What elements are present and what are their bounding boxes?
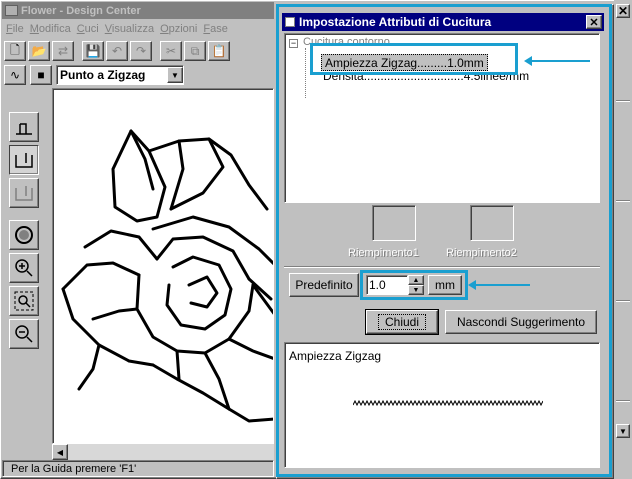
close-icon[interactable]: ✕ bbox=[616, 4, 630, 18]
scroll-down-icon[interactable]: ▼ bbox=[616, 424, 630, 438]
stitch-type-value: Punto a Zigzag bbox=[60, 68, 146, 82]
highlight-frame-zigzag-item bbox=[310, 43, 518, 75]
region-mode-icon[interactable]: ■ bbox=[30, 65, 52, 85]
close-icon: ✕ bbox=[589, 16, 599, 29]
chevron-down-icon[interactable]: ▼ bbox=[167, 67, 183, 83]
background-scrollbar bbox=[616, 40, 630, 440]
stitch-line-tool-icon[interactable] bbox=[9, 112, 39, 142]
design-canvas[interactable] bbox=[52, 88, 274, 444]
line-mode-icon[interactable]: ∿ bbox=[4, 65, 26, 85]
fill-preview-panel: Riempimento1 Riempimento2 bbox=[284, 203, 600, 265]
main-title-text: Flower - Design Center bbox=[21, 4, 141, 17]
copy-icon[interactable]: ⧉ bbox=[184, 41, 206, 61]
fill1-preview[interactable] bbox=[372, 205, 416, 241]
hint-panel: Ampiezza Zigzag bbox=[284, 342, 600, 468]
undo-icon[interactable]: ↶ bbox=[106, 41, 128, 61]
collapse-icon[interactable]: − bbox=[289, 39, 298, 48]
redo-icon[interactable]: ↷ bbox=[130, 41, 152, 61]
tool-palette bbox=[4, 110, 44, 365]
menu-modifica[interactable]: Modifica bbox=[30, 23, 71, 35]
zoom-fit-icon[interactable] bbox=[9, 286, 39, 316]
rose-design bbox=[61, 129, 273, 423]
paste-icon[interactable]: 📋 bbox=[208, 41, 230, 61]
stitch-region-alt-icon[interactable] bbox=[9, 178, 39, 208]
fill-circle-icon[interactable] bbox=[9, 220, 39, 250]
zoom-out-icon[interactable] bbox=[9, 319, 39, 349]
stitch-toolbar: ∿ ■ Punto a Zigzag ▼ bbox=[4, 64, 274, 86]
menu-opzioni[interactable]: Opzioni bbox=[160, 23, 197, 35]
app-icon bbox=[5, 5, 18, 16]
menu-bar: File Modifica Cuci Visualizza Opzioni Fa… bbox=[2, 20, 274, 38]
status-text: Per la Guida premere 'F1' bbox=[11, 462, 137, 475]
close-button-label: Chiudi bbox=[377, 314, 427, 330]
menu-visualizza[interactable]: Visualizza bbox=[105, 23, 154, 35]
default-button[interactable]: Predefinito bbox=[289, 273, 359, 297]
zoom-in-icon[interactable] bbox=[9, 253, 39, 283]
stitch-type-select[interactable]: Punto a Zigzag ▼ bbox=[56, 65, 184, 85]
main-title-bar: Flower - Design Center bbox=[2, 2, 274, 19]
fill2-label: Riempimento2 bbox=[446, 247, 517, 259]
fill1-label: Riempimento1 bbox=[348, 247, 419, 259]
dialog-close-button[interactable]: ✕ bbox=[586, 15, 602, 29]
import-icon[interactable]: ⇄ bbox=[52, 41, 74, 61]
tree-connector bbox=[305, 48, 306, 98]
scroll-left-icon[interactable]: ◀ bbox=[52, 444, 68, 460]
new-icon[interactable]: 🗋 bbox=[4, 41, 26, 61]
open-icon[interactable]: 📂 bbox=[28, 41, 50, 61]
divider bbox=[284, 266, 600, 268]
zigzag-sample-icon bbox=[353, 399, 543, 407]
dialog-title-text: Impostazione Attributi di Cucitura bbox=[299, 15, 492, 29]
menu-cuci[interactable]: Cuci bbox=[77, 23, 99, 35]
horizontal-scrollbar[interactable]: ◀ bbox=[52, 444, 274, 460]
menu-file[interactable]: File bbox=[6, 23, 24, 35]
cut-icon[interactable]: ✂ bbox=[160, 41, 182, 61]
hide-hint-button[interactable]: Nascondi Suggerimento bbox=[445, 310, 597, 334]
highlight-frame-spinbox bbox=[360, 270, 468, 300]
callout-arrow-icon bbox=[468, 280, 530, 290]
hint-title: Ampiezza Zigzag bbox=[289, 349, 382, 363]
fill2-preview[interactable] bbox=[470, 205, 514, 241]
callout-arrow-icon bbox=[524, 56, 590, 66]
main-toolbar: 🗋 📂 ⇄ 💾 ↶ ↷ ✂ ⧉ 📋 bbox=[4, 40, 274, 62]
status-bar: Per la Guida premere 'F1' bbox=[2, 460, 274, 477]
close-button[interactable]: Chiudi bbox=[365, 309, 439, 335]
dialog-icon bbox=[285, 17, 295, 27]
background-window-edge: ✕ ▼ bbox=[614, 0, 632, 479]
menu-fase[interactable]: Fase bbox=[203, 23, 227, 35]
stitch-region-tool-icon[interactable] bbox=[9, 145, 39, 175]
dialog-title-bar: Impostazione Attributi di Cucitura ✕ bbox=[282, 13, 604, 31]
save-icon[interactable]: 💾 bbox=[82, 41, 104, 61]
